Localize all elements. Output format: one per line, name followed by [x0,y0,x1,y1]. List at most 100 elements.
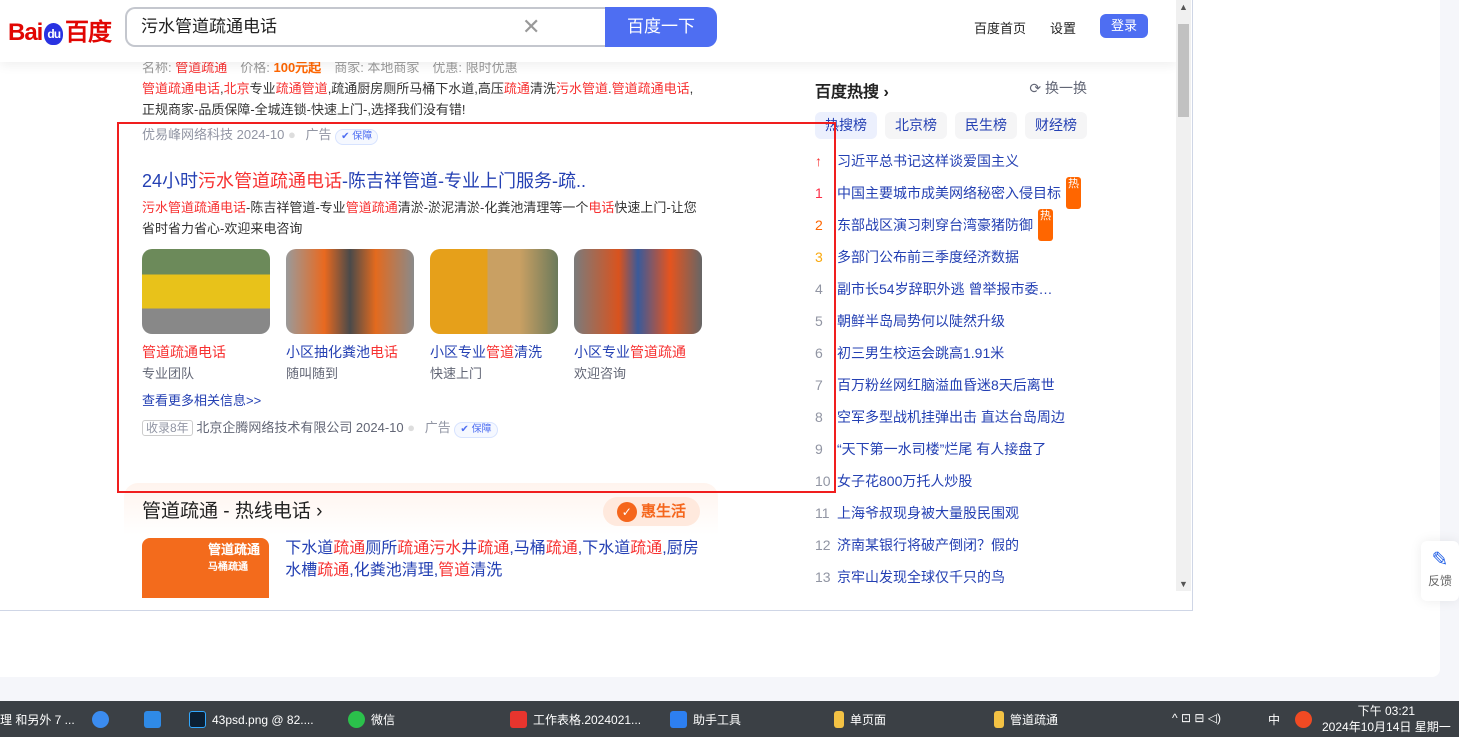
hot-item-text: 济南某银行将破产倒闭？假的 [837,537,1019,553]
taskbar-label: 管道疏通 [1010,713,1059,727]
taskbar-item-photoshop[interactable]: 43psd.png @ 82.... [189,711,314,728]
taskbar-label: 微信 [371,713,396,727]
taskbar-item-helper[interactable]: 助手工具 [670,711,741,728]
image-card[interactable]: 小区专业管道清洗 快速上门 [430,249,558,384]
wechat-icon [348,711,365,728]
guarantee-badge[interactable]: ✔ 保障 [454,422,498,438]
clear-icon[interactable]: ✕ [522,14,540,40]
folder-icon [994,711,1004,728]
wps-icon [510,711,527,728]
hot-item[interactable]: 4 副市长54岁辞职外逃 曾举报市委… [815,273,1087,305]
taskbar-label: 助手工具 [693,713,742,727]
dropdown-icon[interactable]: ● [288,127,296,142]
taskbar-item-folder[interactable]: 管道疏通 [994,711,1058,728]
taskbar-item-wechat[interactable]: 微信 [348,711,395,728]
hot-item-text: 习近平总书记这样谈爱国主义 [837,153,1019,169]
tab-livelihood[interactable]: 民生榜 [955,112,1017,139]
hot-item[interactable]: 2 东部战区演习刺穿台湾豪猪防御热 [815,209,1087,241]
search-header: Bai du 百度 污水管道疏通电话 ✕ 百度一下 百度首页 设置 登录 [0,0,1176,62]
card-caption[interactable]: 小区抽化粪池电话 [286,342,414,363]
refresh-button[interactable]: ⟳ 换一换 [1029,78,1087,102]
hot-item[interactable]: 8 空军多型战机挂弹出击 直达台岛周边 [815,401,1087,433]
hot-item[interactable]: 6 初三男生校运会跳高1.91米 [815,337,1087,369]
result-title-link[interactable]: 24小时污水管道疏通电话-陈吉祥管道-专业上门服务-疏.. [142,167,702,195]
baidu-logo[interactable]: Bai du 百度 [8,12,112,47]
source-name: 北京企腾网络技术有限公司 2024-10 [196,420,404,435]
highlight-text: 疏通 [333,540,366,557]
clock[interactable]: 下午 03:21 2024年10月14日 星期一 [1322,703,1451,735]
taskbar-label: 工作表格.2024021... [533,713,642,727]
tab-beijing[interactable]: 北京榜 [885,112,947,139]
tab-hot[interactable]: 热搜榜 [815,112,877,139]
ime-indicator[interactable]: 中 [1268,711,1280,728]
hot-item[interactable]: 11 上海爷叔现身被大量股民围观 [815,497,1087,529]
vertical-scrollbar[interactable]: ▲ ▼ [1176,0,1191,591]
hot-item[interactable]: 9 “天下第一水司楼”烂尾 有人接盘了 [815,433,1087,465]
tanker-image[interactable] [430,249,558,334]
hot-item-text: 东部战区演习刺穿台湾豪猪防御 [837,217,1033,233]
more-info-link[interactable]: 查看更多相关信息>> [142,390,702,411]
dropdown-icon[interactable]: ● [407,420,415,435]
hot-search-title[interactable]: 百度热搜 › [815,78,889,102]
result-desc: 污水管道疏通电话-陈吉祥管道-专业管道疏通清淤-淤泥清淤-化粪池清理等一个电话快… [142,197,702,239]
card-caption[interactable]: 小区专业管道疏通 [574,342,702,363]
hot-rank: 2 [815,217,823,233]
hot-item[interactable]: 13 京牢山发现全球仅千只的鸟 [815,561,1087,593]
shield-check-icon: ✔ [341,131,350,142]
feedback-button[interactable]: ✎ 反馈 [1421,541,1459,601]
taskbar-item-folder[interactable]: 单页面 [834,711,886,728]
photoshop-icon [189,711,206,728]
text-segment: 清洗 [470,562,503,579]
workers-image[interactable] [286,249,414,334]
hot-item[interactable]: 1 中国主要城市成美网络秘密入侵目标热 [815,177,1087,209]
tab-finance[interactable]: 财经榜 [1025,112,1087,139]
text-segment: 小区专业 [430,344,486,360]
text-segment: 下水道 [285,540,334,557]
manhole-image[interactable] [574,249,702,334]
taskbar-item-wps[interactable]: 工作表格.2024021... [510,711,641,728]
image-card[interactable]: 管道疏通电话 专业团队 [142,249,270,384]
scrollbar-thumb[interactable] [1178,24,1189,117]
truck-image[interactable] [142,249,270,334]
scroll-down-icon[interactable]: ▼ [1179,579,1188,589]
check-icon: ✓ [616,502,637,522]
text-segment: 清洗 [529,81,556,96]
search-button[interactable]: 百度一下 [605,7,717,47]
hot-item[interactable]: 10 女子花800万托人炒股 [815,465,1087,497]
service-thumbnail[interactable]: 管道疏通 马桶疏通 [142,538,270,598]
hot-item[interactable]: 7 百万粉丝网红脑溢血昏迷8天后离世 [815,369,1087,401]
service-desc-link[interactable]: 下水道疏通厕所疏通污水井疏通,马桶疏通,下水道疏通,厨房水槽疏通,化粪池清理,管… [285,538,700,598]
huishenghuo-brand[interactable]: ✓ 惠生活 [602,497,700,526]
login-button[interactable]: 登录 [1100,14,1148,38]
card-caption[interactable]: 小区专业管道清洗 [430,342,558,363]
hot-item-text: 百万粉丝网红脑溢血昏迷8天后离世 [837,377,1055,393]
hot-item[interactable]: 3 多部门公布前三季度经济数据 [815,241,1087,273]
highlight-text: 电话 [588,200,615,215]
card-caption[interactable]: 管道疏通电话 [142,342,270,363]
scroll-up-icon[interactable]: ▲ [1179,2,1188,12]
image-card[interactable]: 小区抽化粪池电话 随叫随到 [286,249,414,384]
nav-settings-link[interactable]: 设置 [1050,18,1076,37]
result-source: 收录8年 北京企腾网络技术有限公司 2024-10 ● 广告 ✔ 保障 [142,417,702,439]
hot-rank: 1 [815,185,823,201]
sogou-icon[interactable] [1295,711,1312,728]
guarantee-badge[interactable]: ✔ 保障 [335,129,379,145]
right-blank [1193,0,1440,611]
highlight-text: 管道疏通电话 [142,81,221,96]
hot-rank: 7 [815,377,823,393]
hot-item[interactable]: ↑ 习近平总书记这样谈爱国主义 [815,145,1087,177]
text-segment: ,疏通厨房厕所马桶下水道,高压 [327,81,504,96]
tray-icons[interactable]: ^ ⊡ ⊟ ◁) [1172,711,1221,725]
service-title-link[interactable]: 管道疏通 - 热线电话 › [142,501,323,522]
hot-rank: 4 [815,281,823,297]
hot-tag: 热 [1038,209,1053,241]
hot-item[interactable]: 12 济南某银行将破产倒闭？假的 [815,529,1087,561]
image-card[interactable]: 小区专业管道疏通 欢迎咨询 [574,249,702,384]
nav-home-link[interactable]: 百度首页 [974,18,1026,37]
hot-item[interactable]: 5 朝鲜半岛局势何以陡然升级 [815,305,1087,337]
search-app-icon[interactable] [92,711,109,728]
taskbar-item-group[interactable]: 理 和另外 7 ... [0,711,75,728]
hot-item-text: 空军多型战机挂弹出击 直达台岛周边 [837,409,1065,425]
lower-blank [0,611,1440,677]
add-app-icon[interactable] [144,711,161,728]
